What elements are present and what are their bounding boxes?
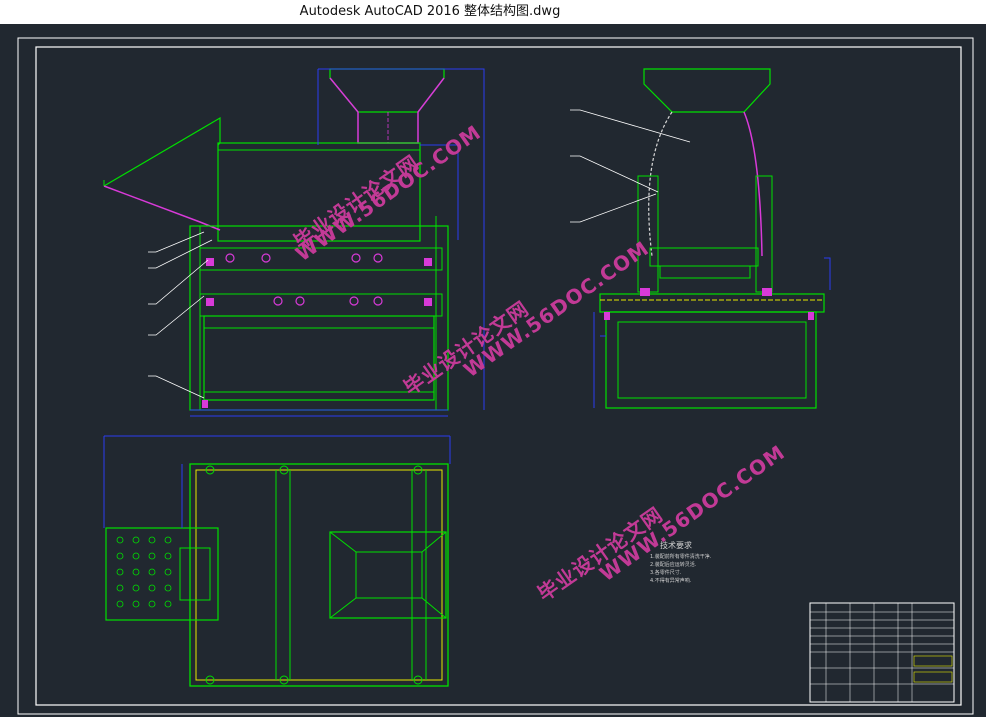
note-line-1: 1.装配前所有零件清洗干净. (650, 553, 712, 560)
note-line-3: 3.各零件尺寸. (650, 569, 682, 576)
note-line-4: 4.不得有异常声响. (650, 577, 692, 584)
inner-border (35, 46, 962, 706)
drawing-canvas[interactable]: 技术要求 1.装配前所有零件清洗干净. 2.装配后应运转灵活. 3.各零件尺寸.… (0, 24, 986, 717)
title-block[interactable] (809, 602, 955, 703)
top-view[interactable] (103, 435, 451, 687)
note-line-2: 2.装配后应运转灵活. (650, 561, 697, 568)
svg-text:WWW.56DOC.COM: WWW.56DOC.COM (291, 120, 485, 266)
side-view[interactable] (570, 68, 831, 409)
svg-text:WWW.56DOC.COM: WWW.56DOC.COM (459, 236, 653, 382)
window-title: Autodesk AutoCAD 2016 整体结构图.dwg (299, 4, 561, 19)
watermark-group: 毕业设计论文网 WWW.56DOC.COM 毕业设计论文网 WWW.56DOC.… (289, 120, 789, 606)
title-bar: Autodesk AutoCAD 2016 整体结构图.dwg (0, 0, 986, 24)
outer-frame (17, 37, 974, 715)
